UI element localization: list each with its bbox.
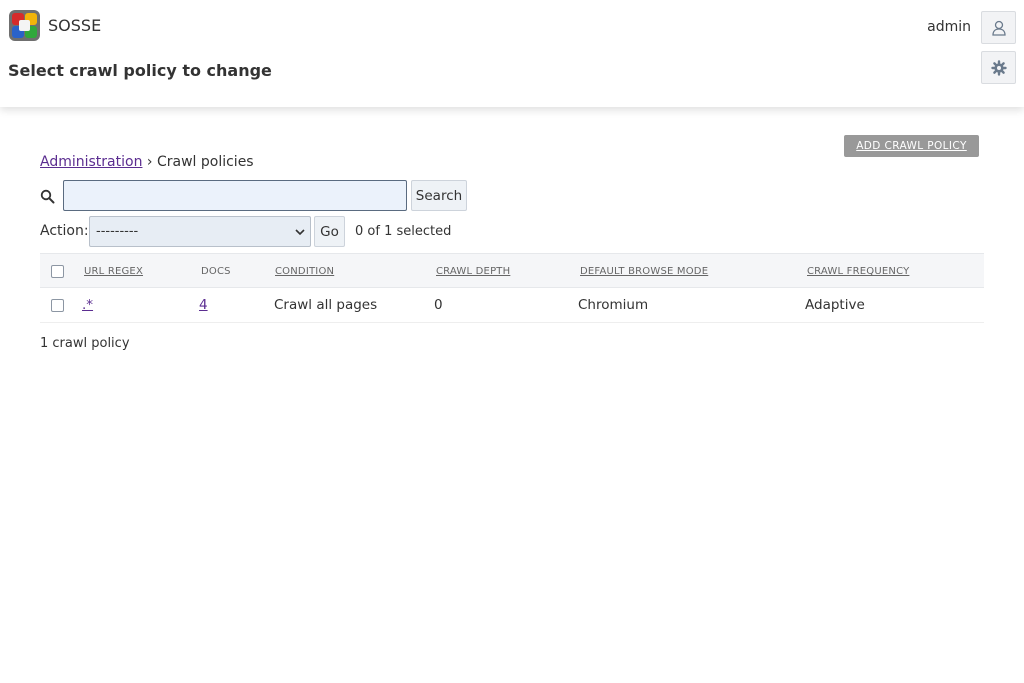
column-condition[interactable]: CONDITION [275, 266, 334, 277]
docs-count-link[interactable]: 4 [199, 297, 208, 313]
select-all-checkbox[interactable] [51, 265, 64, 278]
settings-button[interactable] [981, 51, 1016, 84]
table-row: .* 4 Crawl all pages 0 Chromium Adaptive [40, 289, 984, 323]
crawl-depth-cell: 0 [434, 297, 443, 313]
gear-icon [990, 59, 1007, 76]
breadcrumb: Administration › Crawl policies [40, 154, 254, 170]
url-regex-link[interactable]: .* [82, 297, 93, 313]
username-label[interactable]: admin [927, 19, 971, 35]
selection-status: 0 of 1 selected [355, 224, 452, 239]
app-header: SOSSE Select crawl policy to change admi… [0, 0, 1024, 107]
column-url-regex[interactable]: URL REGEX [84, 266, 143, 277]
sosse-logo-icon [9, 10, 40, 41]
breadcrumb-current: Crawl policies [156, 154, 254, 170]
column-crawl-depth[interactable]: CRAWL DEPTH [436, 266, 510, 277]
page-title: Select crawl policy to change [8, 61, 272, 80]
user-icon [991, 20, 1006, 36]
user-menu-button[interactable] [981, 11, 1016, 44]
row-select-checkbox[interactable] [51, 299, 64, 312]
table-header: URL REGEX DOCS CONDITION CRAWL DEPTH DEF… [40, 253, 984, 288]
column-default-browse-mode[interactable]: DEFAULT BROWSE MODE [580, 266, 708, 277]
action-select-value: --------- [96, 224, 139, 239]
browse-mode-cell: Chromium [578, 297, 649, 313]
add-crawl-policy-button[interactable]: ADD CRAWL POLICY [844, 135, 979, 157]
action-label: Action: [40, 223, 89, 239]
brand[interactable]: SOSSE [8, 9, 101, 42]
condition-cell: Crawl all pages [274, 297, 378, 313]
go-button[interactable]: Go [314, 216, 345, 247]
breadcrumb-administration-link[interactable]: Administration [40, 154, 142, 170]
search-icon [40, 189, 55, 204]
app-name: SOSSE [48, 16, 102, 35]
column-docs: DOCS [201, 266, 231, 277]
crawl-frequency-cell: Adaptive [805, 297, 865, 313]
chevron-down-icon [295, 229, 305, 236]
column-crawl-frequency[interactable]: CRAWL FREQUENCY [807, 266, 909, 277]
search-input[interactable] [63, 180, 407, 211]
search-button[interactable]: Search [411, 180, 467, 211]
result-count: 1 crawl policy [40, 336, 130, 351]
action-select[interactable]: --------- [89, 216, 311, 247]
breadcrumb-separator: › [146, 154, 153, 170]
